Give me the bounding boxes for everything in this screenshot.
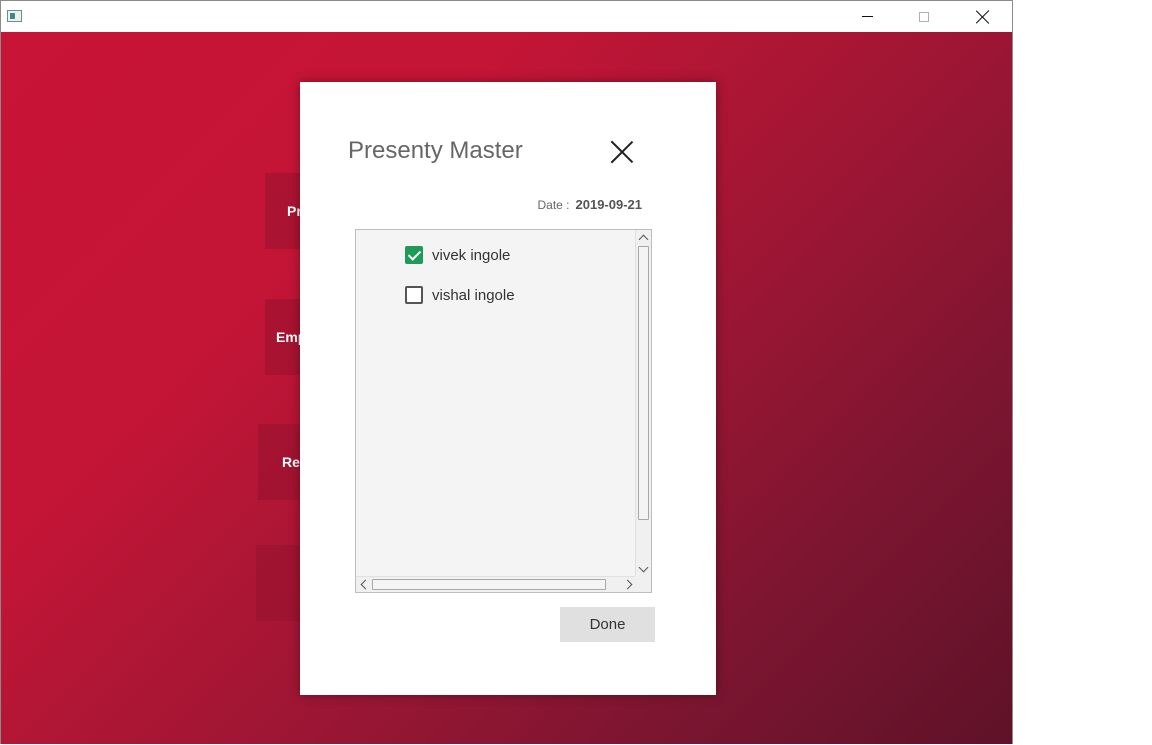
horizontal-scroll-thumb[interactable] (372, 579, 606, 590)
employee-name: vivek ingole (432, 246, 511, 264)
employee-name: vishal ingole (432, 286, 515, 304)
dialog-title: Presenty Master (348, 137, 523, 164)
app-icon (7, 10, 22, 22)
app-window: Pr Emp Re Presenty Master Date : 2019-09… (0, 0, 1013, 744)
scroll-right-icon[interactable] (622, 579, 633, 590)
window-close-button[interactable] (960, 1, 1006, 32)
list-item[interactable]: vishal ingole (405, 286, 515, 304)
scroll-up-icon[interactable] (638, 234, 649, 245)
presenty-dialog: Presenty Master Date : 2019-09-21 vivek … (300, 82, 716, 695)
dialog-close-icon[interactable] (608, 138, 636, 166)
maximize-button[interactable] (901, 1, 947, 32)
employee-checkbox-checked[interactable] (405, 246, 423, 264)
close-icon (976, 10, 990, 24)
title-bar[interactable] (1, 1, 1012, 32)
date-label: Date : (537, 198, 570, 212)
employee-list[interactable]: vivek ingole vishal ingole (355, 229, 652, 593)
menu-tile-label: Re (282, 454, 300, 470)
vertical-scrollbar[interactable] (635, 230, 651, 577)
main-content: Pr Emp Re Presenty Master Date : 2019-09… (1, 32, 1012, 744)
list-item[interactable]: vivek ingole (405, 246, 510, 264)
done-button[interactable]: Done (560, 607, 655, 642)
horizontal-scrollbar[interactable] (356, 576, 637, 592)
vertical-scroll-thumb[interactable] (638, 246, 649, 520)
minimize-icon (861, 16, 873, 17)
scroll-corner (635, 576, 651, 592)
date-row: Date : 2019-09-21 (537, 197, 642, 212)
maximize-icon (919, 11, 929, 22)
scroll-down-icon[interactable] (638, 562, 649, 573)
minimize-button[interactable] (844, 1, 890, 32)
date-value: 2019-09-21 (575, 197, 643, 212)
employee-checkbox[interactable] (405, 286, 423, 304)
scroll-left-icon[interactable] (360, 579, 371, 590)
